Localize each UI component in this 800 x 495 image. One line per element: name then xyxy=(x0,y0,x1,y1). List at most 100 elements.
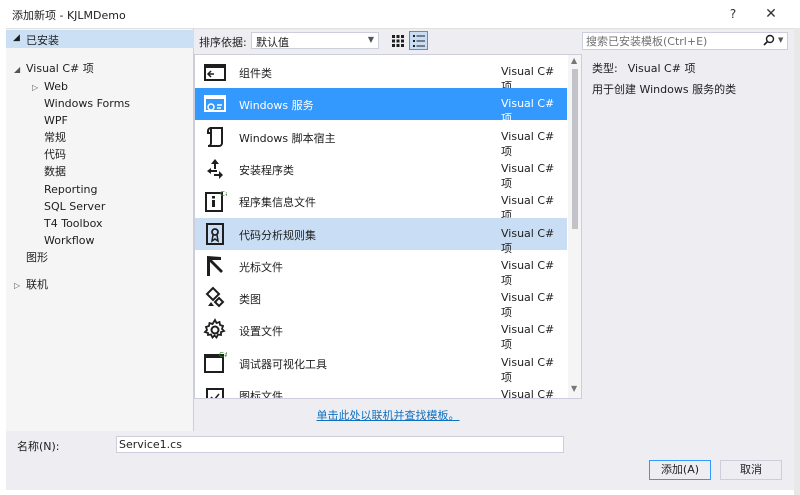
cancel-button[interactable]: 取消 xyxy=(720,460,782,480)
tree-item[interactable]: 数据 xyxy=(44,164,66,180)
tree-item[interactable]: Reporting xyxy=(44,182,97,198)
list-item[interactable]: 光标文件 Visual C# 项 xyxy=(195,250,567,287)
list-scrollbar[interactable]: ▲ ▼ xyxy=(568,55,581,398)
search-icon[interactable] xyxy=(763,34,775,46)
scroll-down-icon[interactable]: ▼ xyxy=(571,384,577,393)
tree-item[interactable]: ◢ Visual C# 项 xyxy=(14,61,94,77)
tree-item-label: Windows Forms xyxy=(44,97,131,110)
tree-item-label: Web xyxy=(44,80,68,93)
detail-description: 用于创建 Windows 服务的类 xyxy=(592,83,737,96)
windows-service-icon xyxy=(204,95,226,113)
list-item-language: Visual C# 项 xyxy=(501,388,555,399)
detail-type-label: 类型: xyxy=(592,62,618,75)
detail-type-value: Visual C# 项 xyxy=(627,62,696,75)
search-options-icon[interactable]: ▼ xyxy=(778,36,783,44)
script-host-icon xyxy=(207,126,223,147)
icon-file-icon xyxy=(206,388,224,398)
template-list: 组件类 Visual C# 项 Windows 服务 Visual C# 项 Windo… xyxy=(194,54,582,399)
list-item[interactable]: 代码分析规则集 Visual C# 项 xyxy=(195,217,567,255)
help-button[interactable]: ? xyxy=(722,4,744,24)
assembly-info-icon: C# xyxy=(205,190,227,213)
grid-view-button[interactable] xyxy=(388,31,407,50)
window-title: 添加新项 - KJLMDemo xyxy=(12,9,126,22)
settings-gear-icon xyxy=(203,318,226,340)
list-item-name: Windows 服务 xyxy=(239,99,314,113)
svg-text:C#: C# xyxy=(219,351,227,359)
list-view-icon xyxy=(413,35,425,47)
list-item[interactable]: C#调试器可视化工具Visual C# 项 xyxy=(195,347,567,384)
tree-item-installed[interactable]: ◢ 已安装 xyxy=(6,30,194,48)
tree-item-label: SQL Server xyxy=(44,200,106,213)
tree-item-label: Reporting xyxy=(44,183,98,196)
sort-dropdown[interactable]: 默认值 ▼ xyxy=(251,32,379,49)
expander-icon[interactable]: ▷ xyxy=(14,278,26,294)
debugger-visualizer-icon: C# xyxy=(204,351,227,373)
list-item-name: 程序集信息文件 xyxy=(239,196,316,210)
list-item[interactable]: 设置文件 Visual C# 项 xyxy=(195,314,567,351)
list-item-name: 图标文件 xyxy=(239,390,283,399)
tree-item-label: 数据 xyxy=(44,165,66,178)
list-item-name: 设置文件 xyxy=(239,325,283,339)
tree-item-label: Workflow xyxy=(44,234,95,247)
class-diagram-icon xyxy=(205,286,225,308)
close-button[interactable]: ✕ xyxy=(760,4,782,24)
tree-item-label: T4 Toolbox xyxy=(44,217,103,230)
list-item-name: 代码分析规则集 xyxy=(239,228,316,242)
background-window-edge xyxy=(794,28,800,495)
grid-view-icon xyxy=(392,35,404,47)
online-templates-link[interactable]: 单击此处以联机并查找模板。 xyxy=(194,407,582,423)
tree-item[interactable]: WPF xyxy=(44,113,68,129)
search-box[interactable]: ▼ xyxy=(582,32,788,50)
add-button[interactable]: 添加(A) xyxy=(649,460,711,480)
dropdown-arrow-icon: ▼ xyxy=(367,35,374,44)
tree-item[interactable]: Workflow xyxy=(44,233,95,249)
expander-icon[interactable]: ◢ xyxy=(14,62,26,78)
expander-icon[interactable]: ▷ xyxy=(32,80,44,96)
list-item[interactable]: C#程序集信息文件Visual C# 项 xyxy=(195,185,567,222)
tree-item[interactable]: ▷ 联机 xyxy=(14,277,48,293)
tree-item-label: 常规 xyxy=(44,131,66,144)
expand-down-icon: ◢ xyxy=(13,33,20,43)
list-item-name: 光标文件 xyxy=(239,260,283,274)
tree-item-label: 图形 xyxy=(26,251,48,264)
list-item-name: 类图 xyxy=(239,293,261,307)
tree-item[interactable]: T4 Toolbox xyxy=(44,216,102,232)
tree-item[interactable]: SQL Server xyxy=(44,199,105,215)
title-bar: 添加新项 - KJLMDemo ? ✕ xyxy=(0,0,800,28)
cursor-icon xyxy=(207,255,223,276)
add-new-item-dialog: ◢ 已安装 ◢ Visual C# 项 ▷ Web Windows Forms WPF 常规… xyxy=(6,28,794,490)
list-item-name: Windows 脚本宿主 xyxy=(239,131,336,145)
scrollbar-thumb[interactable] xyxy=(572,69,578,229)
list-item[interactable]: 安装程序类 Visual C# 项 xyxy=(195,153,567,190)
tree-item-label: 代码 xyxy=(44,148,66,161)
list-item-name: 组件类 xyxy=(239,67,272,80)
tree-item-label: Visual C# 项 xyxy=(26,62,94,75)
ruleset-icon xyxy=(206,222,224,245)
component-icon xyxy=(204,64,226,81)
list-item[interactable]: Windows 服务 Visual C# 项 xyxy=(195,88,567,125)
list-item[interactable]: Windows 脚本宿主 Visual C# 项 xyxy=(195,121,567,158)
tree-item-label: WPF xyxy=(44,114,68,127)
name-input[interactable] xyxy=(116,436,564,453)
sort-label: 排序依据: xyxy=(199,36,247,49)
list-item[interactable]: 组件类 Visual C# 项 xyxy=(195,56,567,93)
list-item[interactable]: 类图 Visual C# 项 xyxy=(195,282,567,319)
svg-text:C#: C# xyxy=(220,190,227,198)
tree-item[interactable]: ▷ Web xyxy=(32,79,68,95)
scroll-up-icon[interactable]: ▲ xyxy=(571,56,577,65)
template-tree: ◢ 已安装 ◢ Visual C# 项 ▷ Web Windows Forms WPF 常规… xyxy=(6,29,194,431)
tree-item[interactable]: Windows Forms xyxy=(44,96,130,112)
tree-item[interactable]: 常规 xyxy=(44,130,66,146)
tree-item[interactable]: 代码 xyxy=(44,147,66,163)
list-item[interactable]: 图标文件 Visual C# 项 xyxy=(195,379,567,399)
list-item-name: 调试器可视化工具 xyxy=(239,357,327,371)
installer-icon xyxy=(207,158,223,179)
list-item-name: 安装程序类 xyxy=(239,163,294,177)
list-view-button[interactable] xyxy=(409,31,428,50)
tree-item[interactable]: 图形 xyxy=(26,250,48,266)
search-input[interactable] xyxy=(586,34,756,48)
detail-type: 类型: Visual C# 项 xyxy=(592,60,695,76)
sort-value: 默认值 xyxy=(256,36,289,49)
list-toolbar: 排序依据: 默认值 ▼ xyxy=(194,29,574,53)
tree-header-label: 已安装 xyxy=(26,34,59,47)
